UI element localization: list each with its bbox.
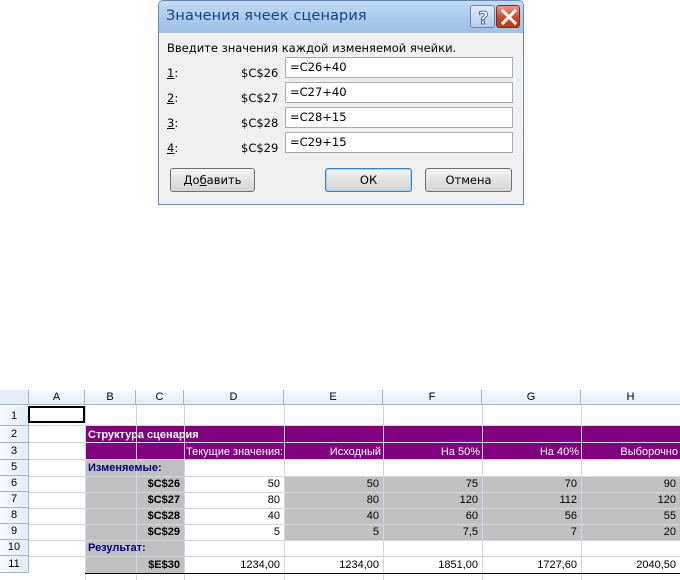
- close-button[interactable]: [496, 5, 520, 28]
- column-header-e[interactable]: E: [284, 390, 383, 405]
- dialog-titlebar[interactable]: Значения ячеек сценария ?: [159, 1, 523, 33]
- table-cell[interactable]: 112: [483, 492, 577, 508]
- row-cell-ref-2: $C$27: [241, 91, 279, 105]
- table-cell[interactable]: 80: [285, 492, 379, 508]
- column-header-b[interactable]: B: [85, 390, 136, 405]
- row-header-9[interactable]: 9: [0, 524, 29, 540]
- add-button[interactable]: Добавить: [170, 168, 255, 192]
- table-cell[interactable]: 1234,00: [186, 557, 280, 573]
- select-all-corner[interactable]: [0, 390, 29, 405]
- header-40-percent: На 40%: [539, 446, 579, 458]
- table-cell[interactable]: 56: [483, 508, 577, 524]
- scenario-values-dialog: Значения ячеек сценария ? Введите значен…: [158, 0, 524, 205]
- svg-text:?: ?: [478, 8, 488, 29]
- column-header-h[interactable]: H: [581, 390, 680, 405]
- row-number-3: 3:: [167, 116, 179, 130]
- table-cell[interactable]: 120: [582, 492, 676, 508]
- row-cell-ref-3: $C$28: [241, 116, 279, 130]
- row-header-7[interactable]: 7: [0, 492, 29, 508]
- row-cell-ref-4: $C$29: [241, 141, 279, 155]
- table-cell[interactable]: 40: [186, 508, 280, 524]
- table-cell[interactable]: 40: [285, 508, 379, 524]
- header-custom: Выборочно: [620, 446, 678, 458]
- value-input-1[interactable]: =C26+40: [285, 57, 513, 78]
- row-header-10[interactable]: 10: [0, 540, 29, 556]
- table-cell[interactable]: 55: [582, 508, 676, 524]
- table-cell[interactable]: 7,5: [384, 524, 478, 540]
- column-header-d[interactable]: D: [184, 390, 284, 405]
- close-x-icon: [500, 8, 518, 26]
- table-cell[interactable]: 1851,00: [384, 557, 478, 573]
- table-cell[interactable]: 7: [483, 524, 577, 540]
- header-original: Исходный: [329, 446, 381, 458]
- scenario-summary-title: Структура сценария: [88, 429, 199, 441]
- dialog-title: Значения ячеек сценария: [166, 8, 367, 24]
- table-cell[interactable]: 2040,50: [582, 557, 676, 573]
- table-cell[interactable]: 120: [384, 492, 478, 508]
- table-cell[interactable]: 75: [384, 476, 478, 492]
- row-number-4: 4:: [167, 141, 179, 155]
- table-cell[interactable]: 1234,00: [285, 557, 379, 573]
- table-cell[interactable]: 5: [186, 524, 280, 540]
- table-cell[interactable]: 60: [384, 508, 478, 524]
- table-cell[interactable]: 80: [186, 492, 280, 508]
- column-header-g[interactable]: G: [482, 390, 581, 405]
- row-header-8[interactable]: 8: [0, 508, 29, 524]
- row-number-1: 1:: [167, 66, 179, 80]
- active-cell-selection[interactable]: [28, 406, 85, 423]
- column-header-c[interactable]: C: [136, 390, 184, 405]
- question-mark-icon: ?: [478, 8, 489, 29]
- row-header-1[interactable]: 1: [0, 406, 29, 426]
- spreadsheet: A B C D E F G H 1 2 3 5 6 7 8 9 10 11 Ст…: [0, 390, 680, 580]
- cancel-button[interactable]: Отмена: [425, 168, 512, 192]
- changing-cell-ref: $C$27: [147, 494, 180, 506]
- help-button[interactable]: ?: [470, 5, 495, 29]
- header-current-values: Текущие значения:: [186, 446, 282, 458]
- column-header-f[interactable]: F: [383, 390, 482, 405]
- ok-button[interactable]: ОК: [325, 168, 412, 192]
- row-header-3[interactable]: 3: [0, 443, 29, 460]
- row-header-5[interactable]: 5: [0, 460, 29, 476]
- value-input-4[interactable]: =C29+15: [285, 132, 513, 153]
- value-input-2[interactable]: =C27+40: [285, 82, 513, 103]
- changing-cells-label: Изменяемые:: [88, 462, 162, 474]
- row-header-11[interactable]: 11: [0, 556, 29, 573]
- table-cell[interactable]: 1727,60: [483, 557, 577, 573]
- changing-cell-ref: $C$26: [147, 478, 180, 490]
- row-header-6[interactable]: 6: [0, 476, 29, 492]
- table-cell[interactable]: 90: [582, 476, 676, 492]
- dialog-body: Введите значения каждой изменяемой ячейк…: [159, 33, 523, 204]
- changing-cell-ref: $C$28: [147, 510, 180, 522]
- result-cell-ref: $E$30: [148, 559, 180, 571]
- row-cell-ref-1: $C$26: [241, 66, 279, 80]
- changing-cell-ref: $C$29: [147, 526, 180, 538]
- table-cell[interactable]: 5: [285, 524, 379, 540]
- instruction-text: Введите значения каждой изменяемой ячейк…: [167, 41, 457, 55]
- header-50-percent: На 50%: [440, 446, 480, 458]
- column-header-a[interactable]: A: [29, 390, 85, 405]
- row-header-2[interactable]: 2: [0, 426, 29, 443]
- value-input-3[interactable]: =C28+15: [285, 107, 513, 128]
- row-number-2: 2:: [167, 91, 179, 105]
- table-cell[interactable]: 20: [582, 524, 676, 540]
- table-cell[interactable]: 70: [483, 476, 577, 492]
- result-cells-label: Результат:: [88, 542, 146, 554]
- table-cell[interactable]: 50: [285, 476, 379, 492]
- table-cell[interactable]: 50: [186, 476, 280, 492]
